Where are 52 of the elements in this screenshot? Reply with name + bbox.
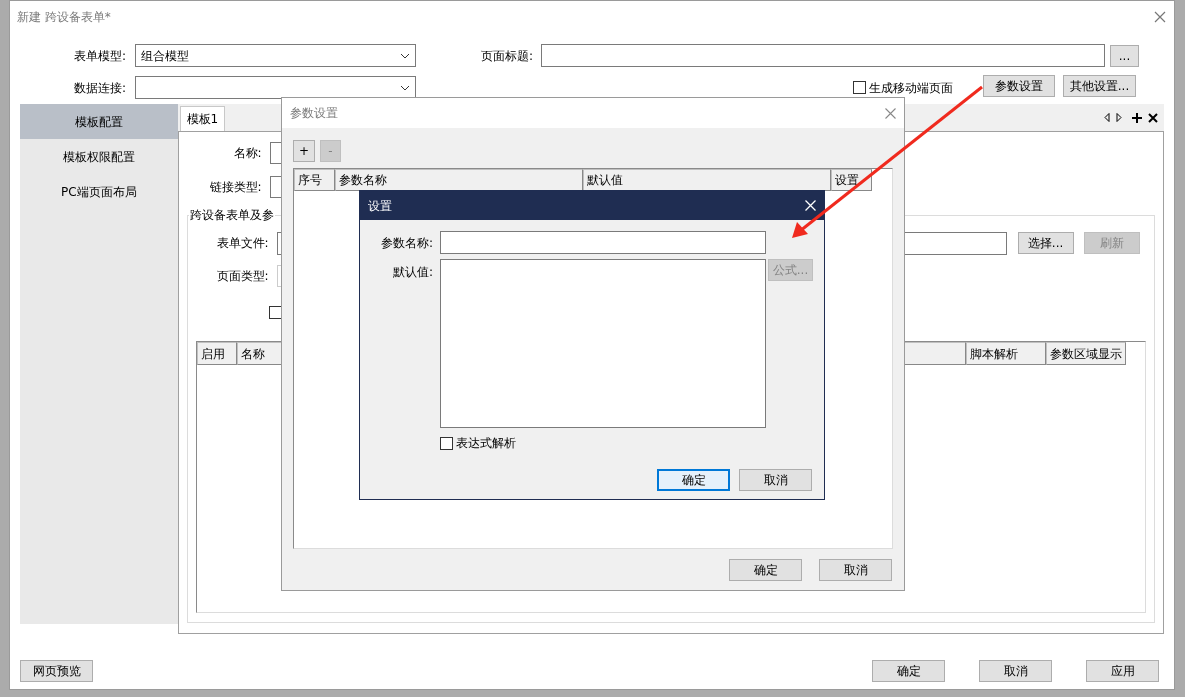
column-header[interactable]: 序号 [294,169,335,191]
chevron-icon [400,52,410,59]
dialog-title: 设置 [368,197,393,215]
preview-button[interactable]: 网页预览 [20,660,93,682]
browse-button[interactable]: ... [1110,44,1139,67]
dialog-button[interactable]: 取消 [739,469,812,491]
add-button[interactable]: + [293,140,315,162]
sidebar-item[interactable]: PC端页面布局 [20,174,178,209]
sidebar-item[interactable]: 模板配置 [20,104,178,139]
close-icon[interactable] [1148,112,1158,123]
checkbox[interactable] [853,81,866,94]
field-label: 页面类型: [215,268,269,285]
column-header[interactable]: 启用 [196,342,237,365]
window-title: 新建 跨设备表单* [17,9,112,26]
add-icon[interactable] [1132,112,1142,123]
chevron-icon [400,84,410,91]
tab[interactable]: 模板1 [179,106,226,131]
dropdown[interactable] [135,76,416,99]
footer-button[interactable]: 确定 [872,660,945,682]
dialog-title: 参数设置 [290,105,339,122]
settings-button[interactable]: 参数设置 [983,75,1055,97]
column-header[interactable]: 默认值 [583,169,831,191]
column-header[interactable]: 脚本解析 [966,342,1046,365]
sidebar-item[interactable]: 模板权限配置 [20,139,178,174]
checkbox-label: 生成移动端页面 [869,79,953,97]
field-label: 参数名称: [379,234,433,252]
left-arrow-icon[interactable] [1104,113,1110,122]
field-label: 数据连接: [72,79,126,97]
column-header[interactable]: 参数名称 [335,169,583,191]
input-field[interactable] [440,231,766,254]
dialog-button[interactable]: 确定 [729,559,802,581]
checkbox[interactable] [440,436,453,450]
checkbox-label: 表达式解析 [456,435,516,452]
checkbox[interactable] [268,306,282,319]
dropdown[interactable]: 组合模型 [135,44,416,67]
field-label: 名称: [232,145,262,162]
field-label: 页面标题: [481,47,535,65]
right-arrow-icon[interactable] [1116,113,1122,122]
column-header[interactable]: 设置 [831,169,872,191]
column-header[interactable]: 参数区域显示 [1046,342,1126,365]
group-label: 跨设备表单及参 [188,207,275,224]
select-button[interactable]: 选择... [1017,232,1074,254]
dialog-button[interactable]: 确定 [657,469,730,491]
field-label: 默认值: [391,264,433,281]
settings-button[interactable]: 其他设置... [1063,75,1136,97]
footer-button[interactable]: 取消 [979,660,1052,682]
input-field[interactable] [541,44,1105,67]
footer-button[interactable]: 应用 [1086,660,1159,682]
dialog-button[interactable]: 取消 [819,559,892,581]
field-label: 链接类型: [208,179,262,196]
field-label: 表单文件: [215,235,269,252]
field-label: 表单模型: [72,47,126,65]
